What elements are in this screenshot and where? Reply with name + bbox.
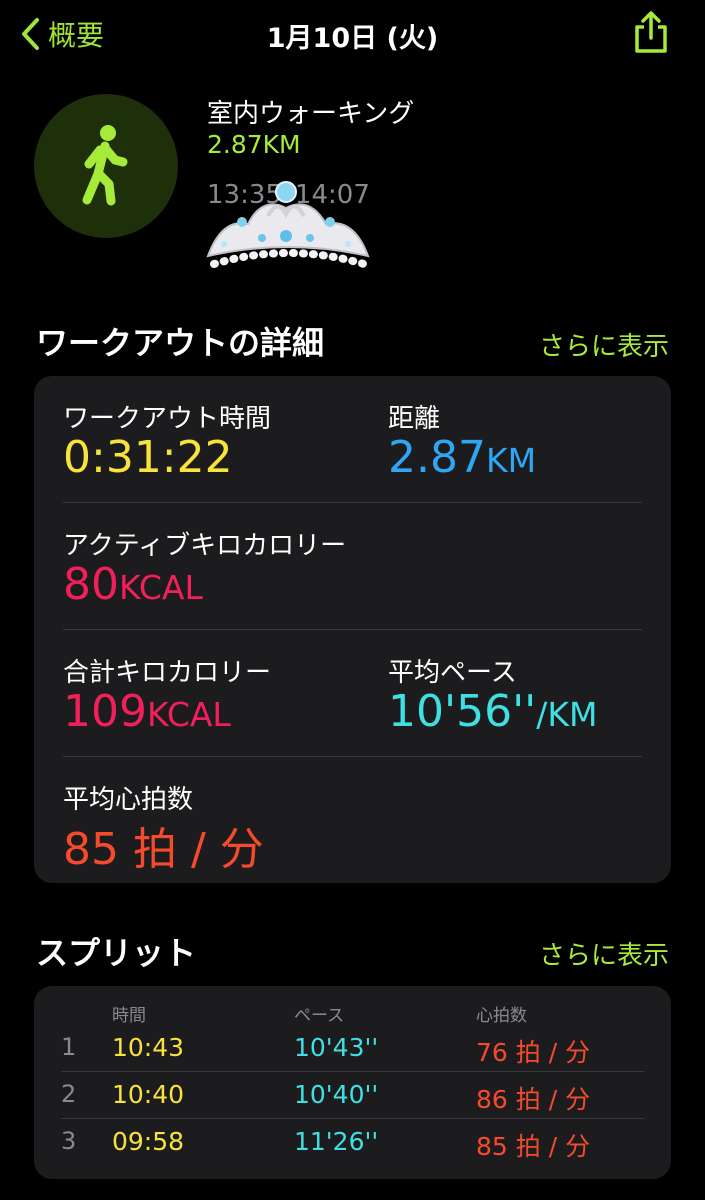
split-time: 10:43: [112, 1033, 185, 1062]
table-row: 1 10:43 10'43'' 76 拍 / 分: [34, 1031, 671, 1071]
avg-hr-value: 85 拍 / 分: [63, 824, 264, 875]
avg-pace-label: 平均ペース: [388, 658, 517, 688]
divider: [63, 756, 642, 757]
walking-person-icon: [82, 125, 128, 206]
details-card: ワークアウト時間 0:31:22 距離 2.87KM アクティブキロカロリー 8…: [34, 376, 671, 883]
page-title: 1月10日 (火): [266, 23, 439, 54]
splits-title: スプリット: [36, 934, 197, 972]
active-kcal-label: アクティブキロカロリー: [63, 531, 347, 561]
activity-name: 室内ウォーキング: [207, 99, 415, 129]
activity-distance: 2.87KM: [207, 130, 301, 159]
active-kcal-value: 80: [63, 559, 119, 610]
split-hr: 85 拍 / 分: [476, 1132, 591, 1161]
splits-header-pace: ペース: [294, 1006, 345, 1026]
share-button[interactable]: [632, 10, 670, 58]
total-kcal-value: 109: [63, 686, 147, 737]
splits-header-hr: 心拍数: [476, 1006, 527, 1026]
distance-value-group: 2.87KM: [388, 432, 536, 483]
active-kcal-value-group: 80KCAL: [63, 559, 203, 610]
split-time: 09:58: [112, 1127, 185, 1156]
distance-value: 2.87: [388, 432, 486, 483]
details-more-link[interactable]: さらに表示: [539, 326, 669, 363]
divider: [63, 629, 642, 630]
split-pace: 11'26'': [294, 1127, 379, 1156]
distance-unit: KM: [485, 441, 537, 480]
splits-header-time: 時間: [112, 1006, 146, 1026]
avg-pace-value-group: 10'56''/KM: [388, 686, 598, 737]
total-kcal-label: 合計キロカロリー: [63, 658, 272, 688]
divider: [61, 1071, 644, 1072]
workout-time-value: 0:31:22: [63, 432, 233, 483]
distance-label: 距離: [388, 404, 441, 434]
split-pace: 10'43'': [294, 1033, 379, 1062]
tiara-sticker: [202, 178, 374, 282]
split-index: 1: [61, 1033, 77, 1061]
split-pace: 10'40'': [294, 1080, 379, 1109]
active-kcal-unit: KCAL: [119, 568, 203, 607]
split-index: 2: [61, 1080, 77, 1108]
share-icon: [635, 11, 667, 53]
total-kcal-value-group: 109KCAL: [63, 686, 231, 737]
details-title: ワークアウトの詳細: [36, 324, 325, 362]
workout-time-label: ワークアウト時間: [63, 404, 272, 434]
splits-more-link[interactable]: さらに表示: [539, 935, 669, 972]
split-index: 3: [61, 1127, 77, 1155]
split-hr: 76 拍 / 分: [476, 1038, 591, 1067]
total-kcal-unit: KCAL: [146, 695, 231, 734]
avg-pace-value: 10'56'': [388, 686, 537, 737]
splits-card: 時間 ペース 心拍数 1 10:43 10'43'' 76 拍 / 分 2 10…: [34, 986, 671, 1179]
table-row: 2 10:40 10'40'' 86 拍 / 分: [34, 1078, 671, 1118]
tiara-icon: [206, 181, 370, 268]
table-row: 3 09:58 11'26'' 85 拍 / 分: [34, 1125, 671, 1165]
activity-icon-badge: [34, 94, 178, 238]
avg-pace-unit: /KM: [536, 695, 598, 734]
split-time: 10:40: [112, 1080, 185, 1109]
divider: [61, 1118, 644, 1119]
split-hr: 86 拍 / 分: [476, 1085, 591, 1114]
divider: [63, 502, 642, 503]
avg-hr-label: 平均心拍数: [63, 785, 194, 815]
